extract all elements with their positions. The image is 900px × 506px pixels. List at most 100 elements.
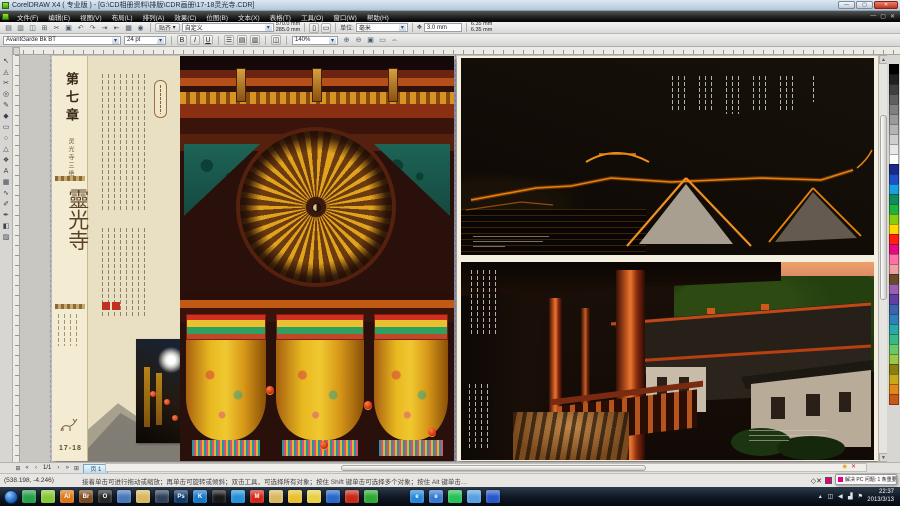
units-select[interactable]: 毫米 <box>355 23 408 32</box>
page-size-fields[interactable]: 570.0 mm 285.0 mm <box>276 21 300 33</box>
ceiling-spiral-photo[interactable] <box>180 56 454 461</box>
tray-expand-icon[interactable]: ▴ <box>816 493 824 500</box>
menu-item[interactable]: 窗口(W) <box>328 12 361 22</box>
horizontal-ruler[interactable] <box>13 47 900 55</box>
tray-alert-icons[interactable]: ◆ ✕ <box>842 463 856 470</box>
zoom-width-button[interactable]: ⇔ <box>389 35 400 45</box>
vertical-scroll-thumb[interactable] <box>880 115 887 300</box>
add-page-after-button[interactable]: ⊞ <box>72 464 80 473</box>
horizontal-scroll-thumb[interactable] <box>341 465 646 471</box>
taskbar-app-browser[interactable] <box>231 490 245 503</box>
interactive-blend-tool[interactable]: ∿ <box>1 188 12 198</box>
new-document-button[interactable]: ▤ <box>3 23 14 33</box>
zoom-tool[interactable]: ◎ <box>1 89 12 99</box>
ellipse-tool[interactable]: ○ <box>1 133 12 143</box>
night-rooftops-photo[interactable] <box>461 58 874 255</box>
ruler-origin[interactable] <box>13 47 20 55</box>
taskbar-app-dark[interactable] <box>155 490 169 503</box>
taskbar-app-mail[interactable] <box>288 490 302 503</box>
zoom-level-select[interactable]: 140% <box>292 35 338 45</box>
taskbar-app-contacts[interactable] <box>117 490 131 503</box>
taskbar-app-parrot[interactable] <box>364 490 378 503</box>
italic-button[interactable]: I <box>190 35 200 45</box>
tray-volume-icon[interactable]: ◀ <box>836 493 844 500</box>
landscape-button[interactable]: ▭ <box>321 22 332 33</box>
pick-tool[interactable]: ↖ <box>1 56 12 66</box>
first-page-button[interactable]: « <box>23 464 31 473</box>
alert-flag-icon[interactable]: ◆ <box>842 463 847 470</box>
tray-network-icon[interactable]: ▟ <box>846 493 854 500</box>
taskbar-app-thunder[interactable] <box>307 490 321 503</box>
drawing-canvas[interactable]: 第七章 灵光寺三绝 靈光寺 17-18 <box>20 55 878 462</box>
menu-item[interactable]: 效果(C) <box>169 12 201 22</box>
menu-item[interactable]: 位图(B) <box>201 12 233 22</box>
shape-tool[interactable]: ◬ <box>1 67 12 77</box>
taskbar-app-qq[interactable] <box>212 490 226 503</box>
tray-device-icon[interactable]: ◫ <box>826 493 834 500</box>
dropcap-button[interactable]: ▥ <box>250 35 260 45</box>
table-tool[interactable]: ▦ <box>1 177 12 187</box>
prev-page-button[interactable]: ‹ <box>32 464 40 473</box>
taskbar-app-green[interactable] <box>448 490 462 503</box>
taskbar-app-media[interactable] <box>345 490 359 503</box>
snap-to-button[interactable]: 贴齐 ▾ <box>155 23 180 32</box>
maximize-button[interactable]: ▢ <box>856 1 873 9</box>
portrait-button[interactable]: ▯ <box>309 22 320 33</box>
basic-shapes-tool[interactable]: ❖ <box>1 155 12 165</box>
menu-item[interactable]: 布局(L) <box>107 12 138 22</box>
interactive-fill-tool[interactable]: ▨ <box>1 232 12 242</box>
nudge-field[interactable]: 3.0 mm <box>423 23 462 32</box>
menu-item[interactable]: 文件(F) <box>12 12 43 22</box>
duplicate-y-field[interactable]: 6.35 mm <box>471 27 492 33</box>
taskbar-app-pinwheel[interactable] <box>467 490 481 503</box>
font-size-select[interactable]: 24 pt <box>124 35 166 45</box>
underline-button[interactable]: U <box>203 35 213 45</box>
open-button[interactable]: ▥ <box>15 23 26 33</box>
smart-fill-tool[interactable]: ◆ <box>1 111 12 121</box>
taskbar-app-k[interactable]: K <box>193 490 207 503</box>
start-button[interactable] <box>4 489 18 504</box>
taskbar-app-illustrator[interactable]: Ai <box>60 490 74 503</box>
zoom-in-button[interactable]: ⊕ <box>341 35 352 45</box>
taskbar-app-globe[interactable] <box>326 490 340 503</box>
alignment-button[interactable]: ☰ <box>224 35 234 45</box>
zoom-page-button[interactable]: ▭ <box>377 35 388 45</box>
vertical-ruler[interactable] <box>13 55 20 462</box>
crop-tool[interactable]: ✂ <box>1 78 12 88</box>
fill-tool[interactable]: ◧ <box>1 221 12 231</box>
application-launcher-button[interactable]: ▦ <box>123 23 134 33</box>
bullets-button[interactable]: ▤ <box>237 35 247 45</box>
duplicate-distance-fields[interactable]: 6.35 mm 6.35 mm <box>471 21 492 33</box>
taskbar-app-security[interactable] <box>22 490 36 503</box>
text-tool[interactable]: A <box>1 166 12 176</box>
taskbar-app-e2[interactable]: e <box>429 490 443 503</box>
alert-close-icon[interactable]: ✕ <box>851 463 856 470</box>
menu-item[interactable]: 文本(X) <box>233 12 265 22</box>
minimize-button[interactable]: — <box>838 1 855 9</box>
zoom-out-button[interactable]: ⊖ <box>353 35 364 45</box>
copy-button[interactable]: ▣ <box>63 23 74 33</box>
eyedropper-tool[interactable]: ✐ <box>1 199 12 209</box>
taskbar-app-photoshop[interactable]: Ps <box>174 490 188 503</box>
save-button[interactable]: ◫ <box>27 23 38 33</box>
rectangle-tool[interactable]: ▭ <box>1 122 12 132</box>
page-preset-select[interactable]: 自定义 <box>181 23 274 32</box>
taskbar-clock[interactable]: 22:37 2013/3/13 <box>867 489 896 504</box>
undo-button[interactable]: ↶ <box>75 23 86 33</box>
import-button[interactable]: ⇥ <box>99 23 110 33</box>
mdi-window-controls[interactable]: — ▢ ✕ <box>870 13 898 20</box>
close-button[interactable]: ✕ <box>874 1 898 9</box>
pc-issue-notification[interactable]: 解决 PC 问题: 1 条重要消息 <box>835 474 897 485</box>
menu-item[interactable]: 视图(V) <box>75 12 107 22</box>
edit-text-button[interactable]: ◫ <box>271 35 281 45</box>
cut-button[interactable]: ✂ <box>51 23 62 33</box>
left-page[interactable]: 第七章 灵光寺三绝 靈光寺 17-18 <box>50 55 456 462</box>
menu-item[interactable]: 表格(T) <box>265 12 296 22</box>
bold-button[interactable]: B <box>177 35 187 45</box>
zoom-selected-button[interactable]: ▣ <box>365 35 376 45</box>
corridor-photo[interactable] <box>461 262 874 460</box>
next-page-button[interactable]: › <box>54 464 62 473</box>
print-button[interactable]: ⊞ <box>39 23 50 33</box>
font-select[interactable]: AvantGarde Bk BT <box>3 35 121 45</box>
tray-flag-icon[interactable]: ⚑ <box>856 493 864 500</box>
